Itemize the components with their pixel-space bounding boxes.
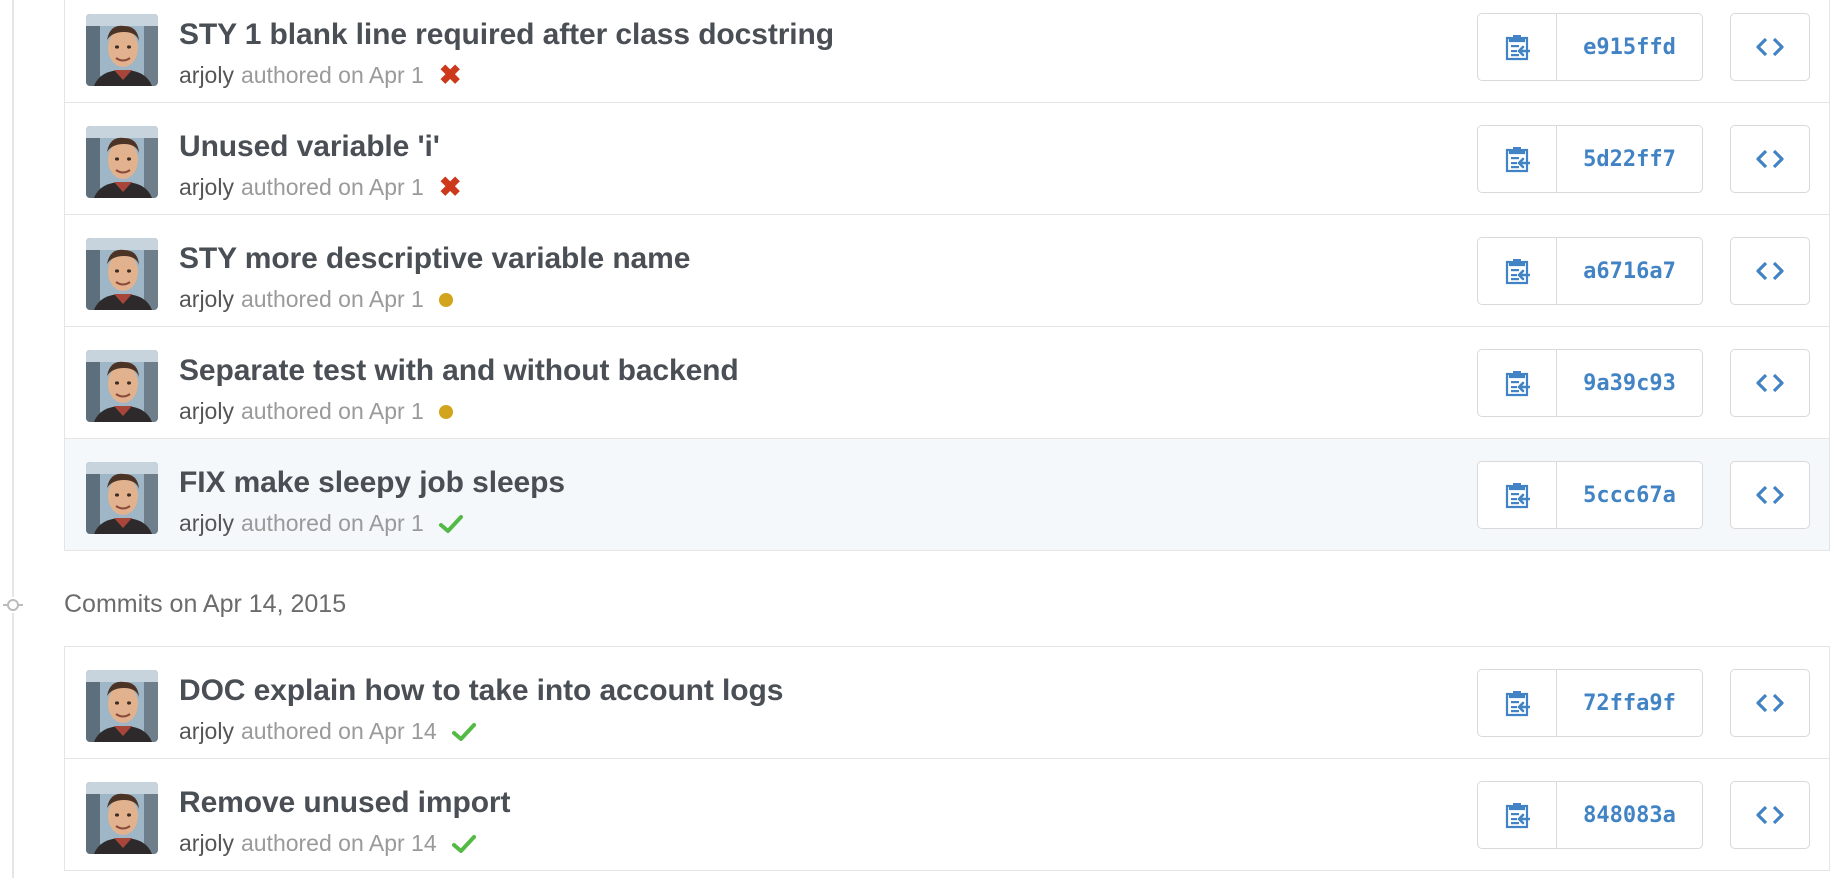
browse-repo-button[interactable] [1730, 125, 1810, 193]
commit-meta: arjoly authored on Apr 1 ✖ [179, 174, 461, 201]
copy-sha-button[interactable] [1478, 462, 1557, 528]
commit-author[interactable]: arjoly [179, 830, 234, 857]
check-icon[interactable] [451, 722, 476, 742]
clipboard-icon [1505, 483, 1530, 509]
sha-button-group: 9a39c93 [1477, 349, 1703, 417]
clipboard-icon [1505, 691, 1530, 717]
commit-authored-date: authored on Apr 14 [240, 830, 437, 856]
commit-authored-date: authored on Apr 14 [240, 718, 437, 744]
commit-title[interactable]: Unused variable 'i' [179, 130, 440, 164]
copy-sha-button[interactable] [1478, 238, 1557, 304]
sha-button-group: 5d22ff7 [1477, 125, 1703, 193]
browse-repo-button[interactable] [1730, 237, 1810, 305]
copy-sha-button[interactable] [1478, 782, 1557, 848]
commit-title[interactable]: FIX make sleepy job sleeps [179, 466, 565, 500]
commit-title[interactable]: Separate test with and without backend [179, 354, 739, 388]
commit-row: STY more descriptive variable name arjol… [65, 215, 1829, 327]
avatar[interactable] [86, 670, 158, 742]
commit-row: FIX make sleepy job sleeps arjoly author… [65, 439, 1829, 551]
commit-authored-date: authored on Apr 1 [240, 62, 424, 88]
commit-row: DOC explain how to take into account log… [65, 647, 1829, 759]
clipboard-icon [1505, 803, 1530, 829]
code-icon [1756, 693, 1784, 713]
commit-group-icon [3, 597, 23, 613]
commit-sha-link[interactable]: 9a39c93 [1557, 350, 1702, 416]
commit-author[interactable]: arjoly [179, 174, 234, 201]
timeline-line [12, 0, 14, 878]
sha-button-group: 72ffa9f [1477, 669, 1703, 737]
commit-group: DOC explain how to take into account log… [64, 646, 1830, 871]
commit-meta: arjoly authored on Apr 1 [179, 286, 453, 313]
avatar[interactable] [86, 350, 158, 422]
commit-authored-date: authored on Apr 1 [240, 510, 424, 536]
sha-button-group: 5ccc67a [1477, 461, 1703, 529]
commit-sha-link[interactable]: a6716a7 [1557, 238, 1702, 304]
x-icon[interactable]: ✖ [439, 62, 462, 89]
commit-row: Unused variable 'i' arjoly authored on A… [65, 103, 1829, 215]
copy-sha-button[interactable] [1478, 14, 1557, 80]
commit-meta: arjoly authored on Apr 14 [179, 718, 476, 745]
commit-meta: arjoly authored on Apr 14 [179, 830, 476, 857]
code-icon [1756, 805, 1784, 825]
commit-row: Separate test with and without backend a… [65, 327, 1829, 439]
commit-sha-link[interactable]: 5d22ff7 [1557, 126, 1702, 192]
commit-title[interactable]: Remove unused import [179, 786, 510, 820]
commit-meta: arjoly authored on Apr 1 [179, 398, 453, 425]
commit-row: Remove unused import arjoly authored on … [65, 759, 1829, 871]
clipboard-icon [1505, 35, 1530, 61]
avatar[interactable] [86, 782, 158, 854]
copy-sha-button[interactable] [1478, 350, 1557, 416]
clipboard-icon [1505, 147, 1530, 173]
clipboard-icon [1505, 259, 1530, 285]
browse-repo-button[interactable] [1730, 349, 1810, 417]
browse-repo-button[interactable] [1730, 13, 1810, 81]
commit-authored-date: authored on Apr 1 [240, 174, 424, 200]
sha-button-group: a6716a7 [1477, 237, 1703, 305]
commit-title[interactable]: DOC explain how to take into account log… [179, 674, 783, 708]
avatar[interactable] [86, 238, 158, 310]
browse-repo-button[interactable] [1730, 669, 1810, 737]
commit-title[interactable]: STY more descriptive variable name [179, 242, 690, 276]
x-icon[interactable]: ✖ [439, 174, 462, 201]
clipboard-icon [1505, 371, 1530, 397]
sha-button-group: 848083a [1477, 781, 1703, 849]
browse-repo-button[interactable] [1730, 781, 1810, 849]
copy-sha-button[interactable] [1478, 670, 1557, 736]
avatar[interactable] [86, 462, 158, 534]
check-icon[interactable] [451, 834, 476, 854]
commit-meta: arjoly authored on Apr 1 [179, 510, 463, 537]
browse-repo-button[interactable] [1730, 461, 1810, 529]
commit-author[interactable]: arjoly [179, 718, 234, 745]
commit-author[interactable]: arjoly [179, 510, 234, 537]
avatar[interactable] [86, 126, 158, 198]
commit-author[interactable]: arjoly [179, 62, 234, 89]
commit-authored-date: authored on Apr 1 [240, 286, 424, 312]
code-icon [1756, 261, 1784, 281]
commit-author[interactable]: arjoly [179, 286, 234, 313]
commit-title[interactable]: STY 1 blank line required after class do… [179, 18, 834, 52]
commit-meta: arjoly authored on Apr 1 ✖ [179, 62, 461, 89]
commit-author[interactable]: arjoly [179, 398, 234, 425]
code-icon [1756, 37, 1784, 57]
dot-icon[interactable] [438, 292, 453, 307]
commit-date-header: Commits on Apr 14, 2015 [64, 590, 347, 618]
commit-authored-date: authored on Apr 1 [240, 398, 424, 424]
commit-sha-link[interactable]: 72ffa9f [1557, 670, 1702, 736]
code-icon [1756, 149, 1784, 169]
code-icon [1756, 485, 1784, 505]
commit-sha-link[interactable]: e915ffd [1557, 14, 1702, 80]
commit-sha-link[interactable]: 5ccc67a [1557, 462, 1702, 528]
avatar[interactable] [86, 14, 158, 86]
dot-icon[interactable] [438, 404, 453, 419]
check-icon[interactable] [438, 514, 463, 534]
commit-sha-link[interactable]: 848083a [1557, 782, 1702, 848]
commit-group: STY 1 blank line required after class do… [64, 0, 1830, 551]
copy-sha-button[interactable] [1478, 126, 1557, 192]
commit-row: STY 1 blank line required after class do… [65, 0, 1829, 103]
sha-button-group: e915ffd [1477, 13, 1703, 81]
code-icon [1756, 373, 1784, 393]
